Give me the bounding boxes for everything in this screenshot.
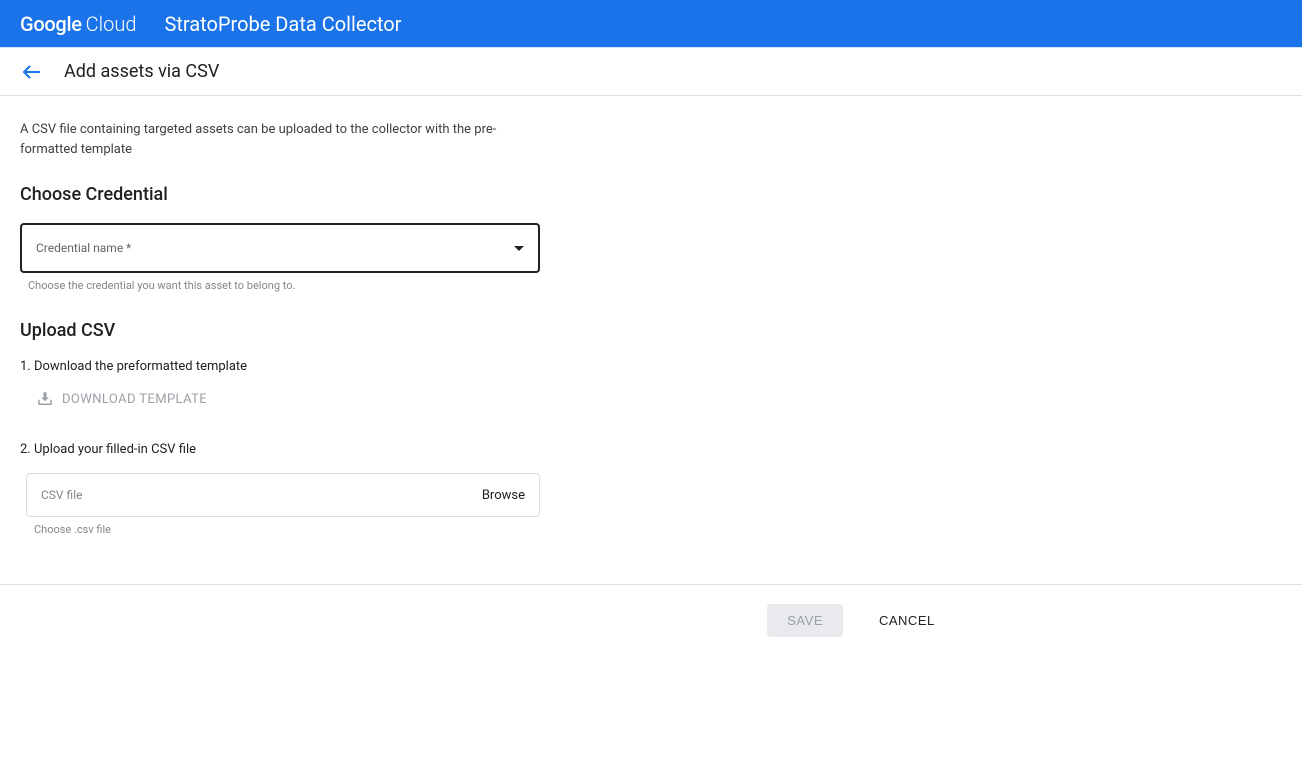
footer-inner: SAVE CANCEL [367, 604, 934, 637]
csv-placeholder: CSV file [41, 488, 82, 502]
intro-text: A CSV file containing targeted assets ca… [20, 120, 520, 160]
back-arrow-icon[interactable] [20, 60, 44, 84]
footer-bar: SAVE CANCEL [0, 584, 1302, 656]
csv-helper-text: Choose .csv file [34, 523, 540, 536]
download-template-label: DOWNLOAD TEMPLATE [62, 392, 207, 407]
app-title: StratoProbe Data Collector [164, 12, 401, 36]
cancel-button[interactable]: CANCEL [879, 613, 935, 628]
step-1-text: 1. Download the preformatted template [20, 359, 540, 374]
caret-down-icon [514, 246, 524, 251]
download-icon [36, 390, 54, 408]
top-header: Google Cloud StratoProbe Data Collector [0, 0, 1302, 48]
csv-field-wrap: CSV file Browse Choose .csv file [26, 473, 540, 536]
credential-select[interactable]: Credential name * [20, 223, 540, 273]
choose-credential-heading: Choose Credential [20, 184, 540, 205]
page-title: Add assets via CSV [64, 61, 219, 82]
upload-csv-heading: Upload CSV [20, 320, 540, 341]
credential-helper-text: Choose the credential you want this asse… [28, 279, 540, 292]
gcp-logo[interactable]: Google Cloud [20, 12, 136, 36]
sub-header: Add assets via CSV [0, 48, 1302, 96]
step-2-text: 2. Upload your filled-in CSV file [20, 442, 540, 457]
credential-select-label: Credential name * [36, 241, 131, 255]
logo-cloud-text: Cloud [86, 12, 137, 36]
csv-file-input[interactable]: CSV file Browse [26, 473, 540, 517]
credential-select-wrap: Credential name * Choose the credential … [20, 223, 540, 292]
upload-section: Upload CSV 1. Download the preformatted … [20, 320, 540, 536]
logo-google-text: Google [20, 12, 82, 36]
download-template-button[interactable]: DOWNLOAD TEMPLATE [36, 390, 207, 408]
main-content: A CSV file containing targeted assets ca… [0, 96, 560, 536]
save-button[interactable]: SAVE [767, 604, 843, 637]
browse-button[interactable]: Browse [482, 488, 525, 503]
